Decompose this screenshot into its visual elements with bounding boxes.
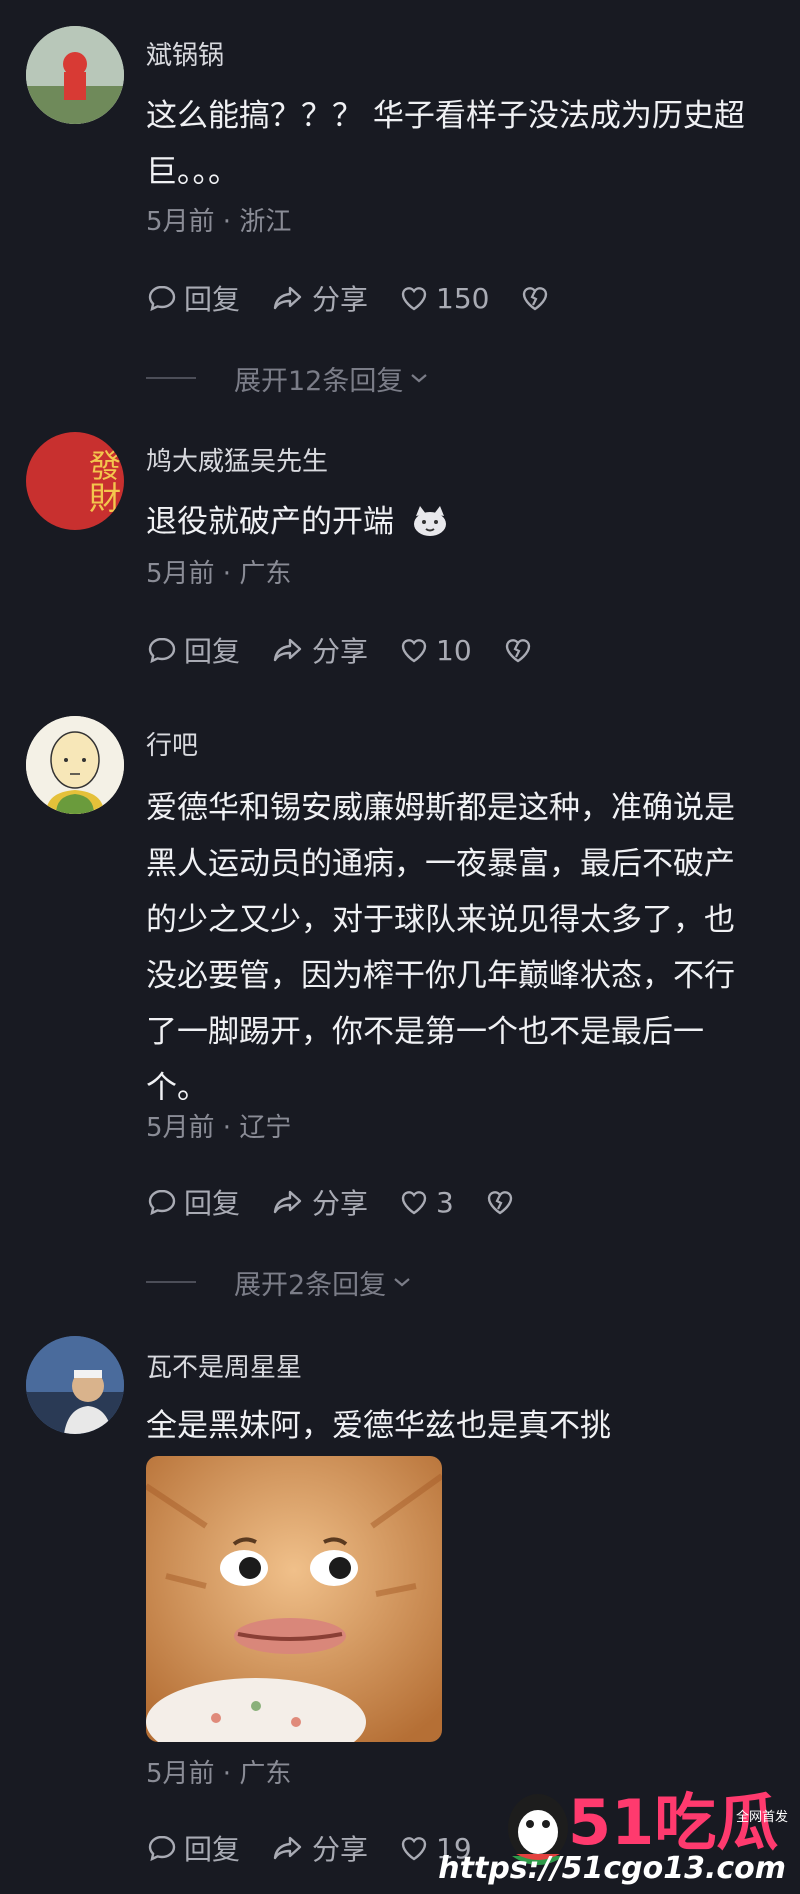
share-arrow-icon (273, 1190, 302, 1214)
comment-bubble-icon (148, 637, 176, 664)
heart-icon (401, 1191, 427, 1215)
comment-text: 退役就破产的开端 (146, 494, 766, 550)
share-label: 分享 (312, 1187, 369, 1220)
chevron-down-icon (394, 1278, 410, 1287)
avatar[interactable]: 發財 (26, 432, 124, 530)
comment-meta: 5月前 · 广东 (146, 559, 292, 589)
heart-icon (401, 287, 427, 311)
reply-button[interactable]: 回复 (146, 1182, 240, 1222)
username[interactable]: 行吧 (146, 728, 198, 764)
site-url: https://51cgo13.com (438, 1851, 786, 1886)
broken-heart-icon (505, 639, 530, 663)
comment-meta: 5月前 · 辽宁 (146, 1113, 292, 1143)
reply-button[interactable]: 回复 (146, 1828, 240, 1868)
cat-emoji-icon (413, 506, 446, 536)
site-tag: 全网首发 (735, 1810, 788, 1825)
like-button[interactable]: 150 (398, 282, 489, 315)
divider (146, 377, 196, 379)
comment-bubble-icon (148, 1835, 176, 1862)
like-count: 3 (436, 1185, 454, 1219)
share-button[interactable]: 分享 (270, 1828, 368, 1868)
dislike-button[interactable] (519, 282, 557, 314)
comment-actions: 回复 分享 150 (146, 278, 587, 318)
share-label: 分享 (312, 283, 369, 316)
comment-bubble-icon (148, 285, 176, 312)
comment-bubble-icon (148, 1189, 176, 1216)
expand-replies-button[interactable]: 展开12条回复 (146, 358, 431, 398)
comment-actions: 回复 分享 10 (146, 630, 570, 670)
broken-heart-icon (487, 1191, 513, 1215)
cat-sticker-image[interactable] (146, 1456, 442, 1742)
dislike-button[interactable] (502, 634, 540, 666)
share-arrow-icon (273, 286, 302, 310)
username[interactable]: 瓦不是周星星 (146, 1350, 302, 1386)
reply-button[interactable]: 回复 (146, 630, 240, 670)
reply-label: 回复 (184, 1833, 241, 1866)
comment-meta: 5月前 · 浙江 (146, 207, 292, 237)
reply-label: 回复 (184, 1187, 241, 1220)
like-button[interactable]: 10 (398, 634, 472, 667)
expand-replies-button[interactable]: 展开2条回复 (146, 1262, 414, 1302)
comment-meta: 5月前 · 广东 (146, 1759, 292, 1789)
chevron-down-icon (411, 374, 428, 383)
expand-replies-label: 展开2条回复 (234, 1269, 387, 1301)
share-button[interactable]: 分享 (270, 278, 368, 318)
reply-label: 回复 (184, 283, 241, 316)
comment-actions: 回复 分享 3 (146, 1182, 552, 1222)
expand-replies-label: 展开12条回复 (234, 365, 404, 397)
comment-text: 这么能搞？？？ 华子看样子没法成为历史超 巨。。。 (146, 98, 745, 190)
like-button[interactable]: 3 (398, 1186, 454, 1219)
avatar[interactable] (26, 716, 124, 814)
share-arrow-icon (273, 1836, 302, 1860)
reply-label: 回复 (184, 635, 241, 668)
heart-icon (401, 1837, 427, 1861)
share-button[interactable]: 分享 (270, 630, 368, 670)
share-label: 分享 (312, 635, 369, 668)
share-label: 分享 (312, 1833, 369, 1866)
avatar-fortune-text: 發財 (84, 449, 122, 513)
reply-button[interactable]: 回复 (146, 278, 240, 318)
like-count: 10 (436, 633, 472, 667)
username[interactable]: 鸠大威猛吴先生 (146, 444, 328, 480)
avatar[interactable] (26, 26, 124, 124)
divider (146, 1281, 196, 1283)
avatar[interactable] (26, 1336, 124, 1434)
broken-heart-icon (523, 287, 548, 311)
heart-icon (401, 639, 427, 663)
username[interactable]: 斌锅锅 (146, 38, 224, 74)
share-arrow-icon (273, 638, 302, 662)
dislike-button[interactable] (484, 1186, 522, 1218)
comment-text: 全是黑妹阿，爱德华兹也是真不挑 (146, 1408, 611, 1444)
comment-text: 爱德华和锡安威廉姆斯都是这种，准确说是 黑人运动员的通病，一夜暴富，最后不破产 … (146, 790, 735, 1106)
like-count: 150 (436, 281, 490, 315)
site-watermark: 51吃瓜 全网首发 https://51cgo13.com (438, 1768, 800, 1894)
share-button[interactable]: 分享 (270, 1182, 368, 1222)
